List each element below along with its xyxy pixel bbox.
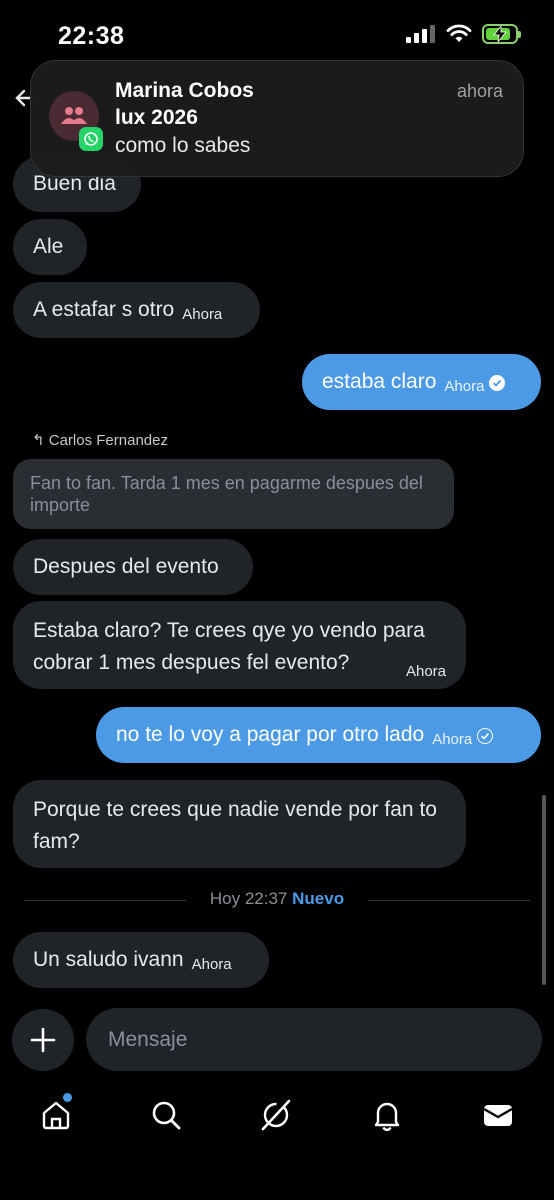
- reply-arrow-icon: ↰: [32, 432, 49, 449]
- message-time: Ahora: [444, 378, 485, 395]
- group-icon: [61, 107, 87, 124]
- message-text: Despues del evento: [33, 555, 219, 578]
- bottom-tab-bar: [0, 1085, 554, 1145]
- message-text: A estafar s otro: [33, 298, 175, 321]
- new-label: Nuevo: [292, 889, 345, 908]
- new-messages-divider: Hoy 22:37 Nuevo: [0, 889, 554, 909]
- status-icons: [406, 24, 521, 44]
- tab-messages[interactable]: [468, 1085, 528, 1145]
- message-bubble-outgoing[interactable]: estaba claro Ahora: [302, 354, 541, 410]
- message-time: Ahora: [191, 956, 232, 973]
- home-icon: [42, 1101, 70, 1130]
- message-text: Ale: [33, 235, 64, 258]
- message-bubble-incoming[interactable]: Despues del evento: [13, 539, 253, 595]
- message-bubble-incoming[interactable]: Porque te crees que nadie vende por fan …: [13, 780, 466, 868]
- status-bar: 22:38: [0, 0, 554, 60]
- message-bubble-incoming[interactable]: Estaba claro? Te crees qye yo vendo para…: [13, 601, 466, 689]
- message-text: Un saludo ivann: [33, 948, 184, 971]
- notification-time: ahora: [456, 81, 503, 101]
- message-bubble-incoming[interactable]: Un saludo ivann Ahora: [13, 932, 269, 988]
- message-bubble-outgoing[interactable]: no te lo voy a pagar por otro lado Ahora: [96, 707, 541, 763]
- message-text: no te lo voy a pagar por otro lado: [116, 723, 425, 746]
- mail-icon: [483, 1105, 513, 1126]
- plus-icon: [30, 1027, 56, 1053]
- notification-dot: [63, 1093, 72, 1102]
- bell-icon: [374, 1102, 400, 1131]
- status-time: 22:38: [58, 22, 125, 50]
- message-time: Ahora: [405, 663, 446, 680]
- message-text: estaba claro: [322, 370, 437, 393]
- notification-sender: Marina Cobos: [115, 79, 254, 102]
- sent-check-icon: [477, 728, 494, 745]
- tab-home[interactable]: [26, 1085, 86, 1145]
- tab-notifications[interactable]: [357, 1085, 417, 1145]
- add-attachment-button[interactable]: [12, 1009, 74, 1071]
- message-time: Ahora: [182, 306, 223, 323]
- reply-author: ↰ Carlos Fernandez: [32, 432, 168, 449]
- scrollbar[interactable]: [542, 795, 546, 985]
- tab-search[interactable]: [136, 1085, 196, 1145]
- message-bubble-incoming[interactable]: A estafar s otro Ahora: [13, 282, 260, 338]
- message-bubble-incoming[interactable]: Ale: [13, 219, 87, 275]
- divider-timestamp: Hoy 22:37: [209, 889, 288, 908]
- notification-message: como lo sabes: [115, 134, 251, 157]
- message-time: Ahora: [432, 731, 473, 748]
- cellular-signal-icon: [406, 25, 435, 43]
- quoted-text: Fan to fan. Tarda 1 mes en pagarme despu…: [30, 473, 423, 515]
- notification-banner[interactable]: Marina Cobos lux 2026 como lo sabes ahor…: [30, 60, 524, 177]
- tab-grok[interactable]: [246, 1085, 306, 1145]
- message-text: Estaba claro? Te crees qye yo vendo para…: [33, 619, 425, 674]
- notification-group: lux 2026: [115, 106, 198, 129]
- grok-icon: [261, 1099, 291, 1131]
- search-icon: [152, 1101, 181, 1130]
- read-check-icon: [489, 375, 506, 392]
- quoted-message[interactable]: Fan to fan. Tarda 1 mes en pagarme despu…: [13, 459, 454, 529]
- message-text: Porque te crees que nadie vende por fan …: [33, 798, 437, 853]
- battery-charging-icon: [482, 24, 521, 44]
- wifi-icon: [446, 24, 472, 42]
- whatsapp-icon: [79, 127, 103, 151]
- message-input[interactable]: [86, 1008, 542, 1071]
